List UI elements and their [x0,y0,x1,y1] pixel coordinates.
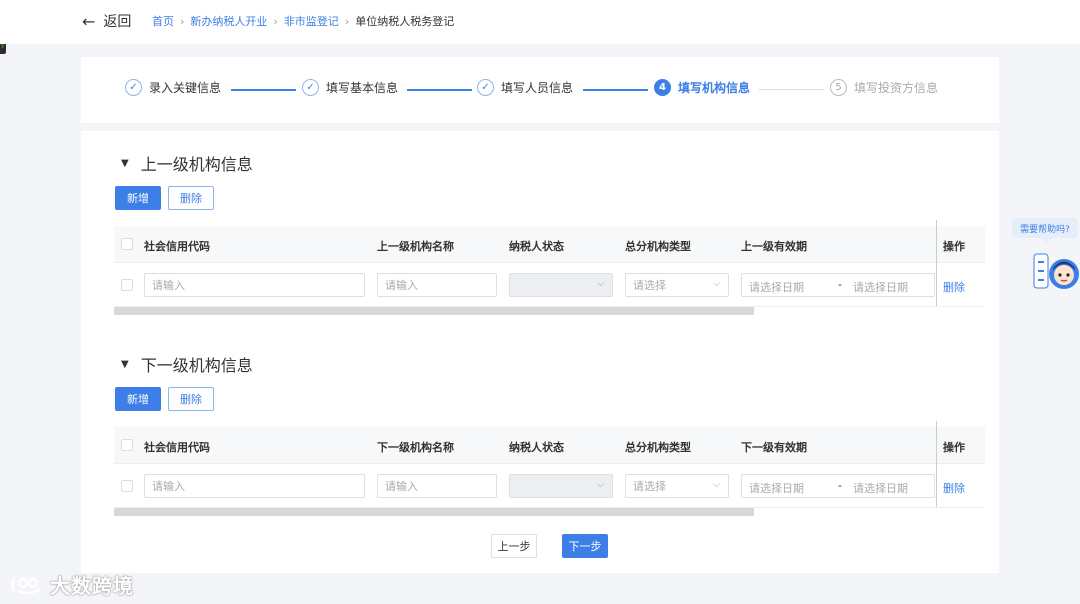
delete-lower-button[interactable]: 删除 [168,387,214,411]
next-step-button[interactable]: 下一步 [562,534,608,558]
step-label: 填写机构信息 [678,81,751,95]
add-lower-button[interactable]: 新增 [115,387,161,411]
breadcrumb-separator: › [344,14,350,28]
column-header: 操作 [943,240,965,253]
validity-date-range[interactable]: 请选择日期 - 请选择日期 [741,273,935,297]
back-label: 返回 [103,14,132,30]
column-header: 纳税人状态 [509,240,564,253]
breadcrumb-current: 单位纳税人税务登记 [355,15,455,28]
column-header: 上一级有效期 [741,240,807,253]
chevron-down-icon: ⌵ [597,279,604,289]
step-5: 5 填写投资方信息 [830,79,938,96]
back-arrow-icon: ← [82,11,96,31]
section-title-text: 上一级机构信息 [140,155,253,174]
breadcrumb-separator: › [180,14,185,28]
breadcrumb-non-market-registration[interactable]: 非市监登记 [284,13,339,29]
table-row: 请输入 请输入 ⌵ 请选择 ⌵ 请选择日期 - 请选择日期 删除 [114,464,985,508]
step-connector [407,89,472,91]
date-start-placeholder: 请选择日期 [749,482,804,495]
section-title-text: 下一级机构信息 [140,356,253,375]
form-card: ▼ 上一级机构信息 新增 删除 社会信用代码 上一级机构名称 纳税人状态 总分机… [81,131,999,573]
row-checkbox[interactable] [121,480,133,492]
section-title-lower[interactable]: ▼ 下一级机构信息 [121,352,253,376]
check-circle-icon: ✓ [302,79,319,96]
chevron-down-icon: ⌵ [713,279,720,289]
step-number-icon: 5 [830,79,847,96]
step-label: 填写人员信息 [501,81,574,95]
collapse-triangle-icon: ▼ [121,358,129,370]
horizontal-scrollbar[interactable] [114,508,754,516]
column-header: 总分机构类型 [625,240,691,253]
add-upper-button[interactable]: 新增 [115,186,161,210]
step-connector [759,89,824,90]
date-end-placeholder: 请选择日期 [853,482,908,495]
fixed-column-divider [936,220,937,306]
breadcrumb: 首页 › 新办纳税人开业 › 非市监登记 › 单位纳税人税务登记 [152,13,454,29]
check-circle-icon: ✓ [125,79,142,96]
date-separator: - [838,479,842,492]
select-placeholder: 请选择 [633,279,666,292]
column-header: 社会信用代码 [144,240,210,253]
step-label: 录入关键信息 [149,81,222,95]
select-all-checkbox[interactable] [121,439,133,451]
credit-code-input[interactable]: 请输入 [144,273,365,297]
row-delete-link[interactable]: 删除 [943,279,965,295]
step-1: ✓ 录入关键信息 [125,79,221,96]
step-progress: ✓ 录入关键信息 ✓ 填写基本信息 ✓ 填写人员信息 4 填写机构信息 5 填写… [81,57,999,123]
date-separator: - [838,278,842,291]
breadcrumb-home[interactable]: 首页 [152,13,174,29]
step-3: ✓ 填写人员信息 [477,79,573,96]
fixed-column-divider [936,421,937,507]
column-header: 下一级机构名称 [377,441,454,454]
column-header: 社会信用代码 [144,441,210,454]
row-delete-link[interactable]: 删除 [943,480,965,496]
date-end-placeholder: 请选择日期 [853,281,908,294]
select-all-checkbox[interactable] [121,238,133,250]
breadcrumb-new-taxpayer[interactable]: 新办纳税人开业 [190,13,267,29]
taxpayer-status-select: ⌵ [509,474,613,498]
delete-upper-button[interactable]: 删除 [168,186,214,210]
chevron-down-icon: ⌵ [597,480,604,490]
org-name-input[interactable]: 请输入 [377,273,497,297]
select-placeholder: 请选择 [633,480,666,493]
column-header: 纳税人状态 [509,441,564,454]
org-name-input[interactable]: 请输入 [377,474,497,498]
step-4: 4 填写机构信息 [654,79,750,96]
column-header: 总分机构类型 [625,441,691,454]
validity-date-range[interactable]: 请选择日期 - 请选择日期 [741,474,935,498]
credit-code-input[interactable]: 请输入 [144,474,365,498]
org-type-select[interactable]: 请选择 ⌵ [625,273,729,297]
watermark-text: 大数跨境 [50,574,134,598]
breadcrumb-separator: › [273,14,278,28]
step-2: ✓ 填写基本信息 [302,79,398,96]
step-connector [231,89,296,91]
section-title-upper[interactable]: ▼ 上一级机构信息 [121,151,253,175]
table-row: 请输入 请输入 ⌵ 请选择 ⌵ 请选择日期 - 请选择日期 删除 [114,263,985,307]
previous-step-button[interactable]: 上一步 [491,534,537,558]
step-label: 填写投资方信息 [854,81,939,95]
column-header: 操作 [943,441,965,454]
top-bar: ← 返回 首页 › 新办纳税人开业 › 非市监登记 › 单位纳税人税务登记 [0,0,1080,44]
table-header: 社会信用代码 下一级机构名称 纳税人状态 总分机构类型 下一级有效期 操作 [114,427,985,464]
watermark-logo-icon [11,577,41,594]
step-number-icon: 4 [654,79,671,96]
taxpayer-status-select: ⌵ [509,273,613,297]
watermark: 大数跨境 [10,570,134,599]
step-label: 填写基本信息 [326,81,399,95]
date-start-placeholder: 请选择日期 [749,281,804,294]
org-type-select[interactable]: 请选择 ⌵ [625,474,729,498]
collapse-triangle-icon: ▼ [121,157,129,169]
row-checkbox[interactable] [121,279,133,291]
column-header: 下一级有效期 [741,441,807,454]
back-button[interactable]: ← 返回 [82,11,131,31]
column-header: 上一级机构名称 [377,240,454,253]
assistant-mascot-icon[interactable] [1030,246,1080,296]
help-bubble[interactable]: 需要帮助吗? [1012,218,1078,243]
horizontal-scrollbar[interactable] [114,307,754,315]
step-connector [583,89,648,91]
check-circle-icon: ✓ [477,79,494,96]
table-header: 社会信用代码 上一级机构名称 纳税人状态 总分机构类型 上一级有效期 操作 [114,226,985,263]
chevron-down-icon: ⌵ [713,480,720,490]
